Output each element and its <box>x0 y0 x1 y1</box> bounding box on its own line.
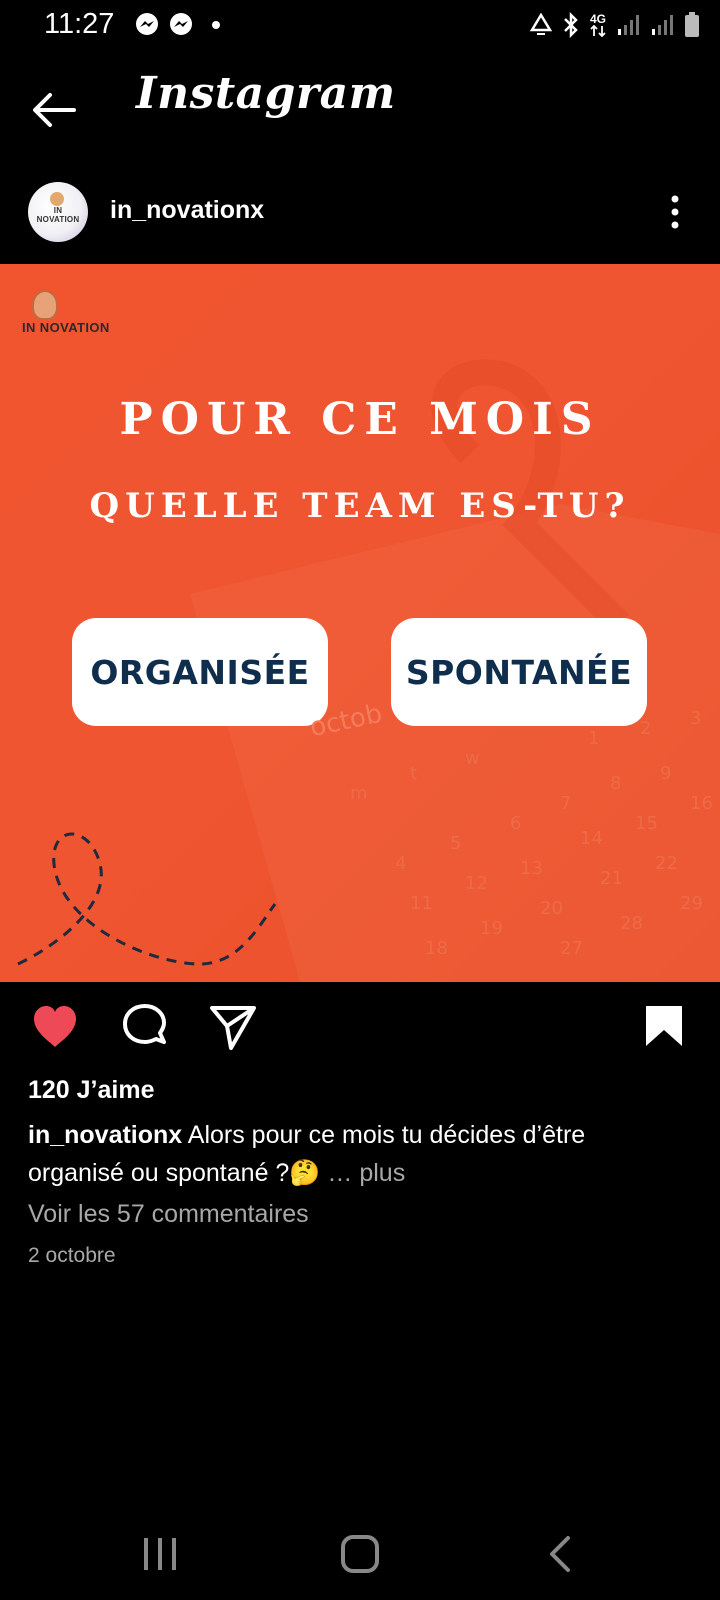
bulb-icon <box>50 192 64 206</box>
bookmark-filled-icon[interactable] <box>642 1002 686 1052</box>
avatar-logo-text: IN NOVATION <box>36 206 80 224</box>
status-bar: 11:27 4G <box>0 0 720 50</box>
bluetooth-icon <box>564 12 578 38</box>
messenger-icon <box>136 13 158 35</box>
heart-filled-icon[interactable] <box>30 1002 80 1052</box>
messenger-icon <box>170 13 192 35</box>
headline-primary: POUR CE MOIS <box>119 394 601 445</box>
likes-count[interactable]: 120 J’aime <box>28 1076 155 1105</box>
view-comments-link[interactable]: Voir les 57 commentaires <box>28 1200 309 1229</box>
system-nav-bar <box>0 1510 720 1600</box>
recent-apps-icon[interactable] <box>138 1532 182 1576</box>
data-arrows-icon <box>590 24 606 37</box>
post-username[interactable]: in_novationx <box>110 196 264 225</box>
caption-more-link[interactable]: … plus <box>327 1159 405 1187</box>
avatar[interactable]: IN NOVATION <box>28 182 88 242</box>
app-header: Instagram <box>0 60 720 152</box>
battery-icon <box>685 12 699 37</box>
app-title: Instagram <box>136 68 396 119</box>
calendar-month-label: octob <box>307 699 384 743</box>
post-caption: in_novationx Alors pour ce mois tu décid… <box>28 1116 688 1192</box>
option-spontanee: SPONTANÉE <box>391 618 647 726</box>
status-time: 11:27 <box>44 8 115 40</box>
post-date: 2 octobre <box>28 1244 116 1267</box>
more-vertical-icon[interactable] <box>670 194 680 230</box>
post-header: IN NOVATION in_novationx <box>0 180 720 244</box>
signal-icon <box>652 15 673 35</box>
comment-icon[interactable] <box>120 1002 170 1052</box>
network-type: 4G <box>588 13 608 37</box>
svg-text:octob: octob <box>307 699 384 743</box>
signal-icon <box>618 15 639 35</box>
post-image[interactable]: 123 8 9 16 765 4 14 15 13 12 11 21 22 20 19 18 29 … <box>0 264 720 982</box>
caption-username[interactable]: in_novationx <box>28 1121 182 1149</box>
send-icon[interactable] <box>208 1002 258 1052</box>
post-actions <box>0 996 720 1056</box>
notification-dot <box>212 21 220 29</box>
headline-secondary: QUELLE TEAM ES-TU? <box>89 486 631 526</box>
home-icon[interactable] <box>338 1532 382 1576</box>
back-nav-icon[interactable] <box>540 1532 584 1576</box>
arrow-left-icon[interactable] <box>28 82 84 138</box>
option-organisee: ORGANISÉE <box>72 618 328 726</box>
data-saver-icon <box>529 13 553 35</box>
